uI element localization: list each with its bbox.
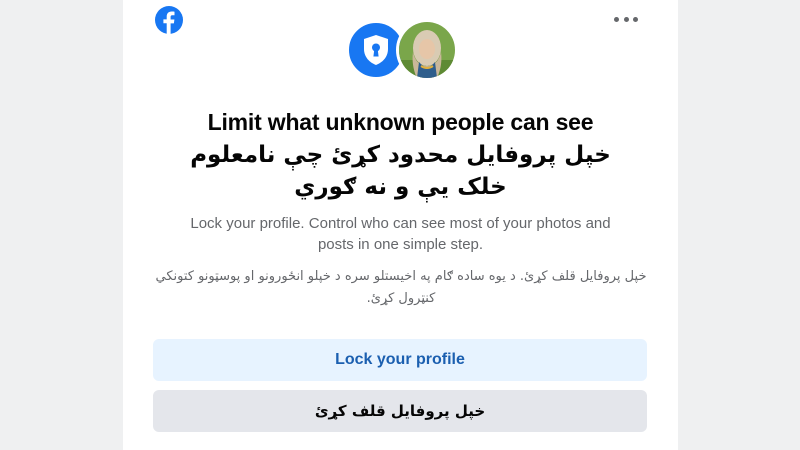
lock-profile-card: Limit what unknown people can see خپل پر… xyxy=(123,0,678,450)
lock-profile-button[interactable]: Lock your profile xyxy=(153,339,647,381)
more-options-icon[interactable] xyxy=(614,10,638,28)
page-title-pashto-line-2: خلک یې و نه ګوري xyxy=(294,174,507,200)
lock-profile-button-pashto[interactable]: خپل پروفایل قلف کړئ xyxy=(153,390,647,432)
page-title: Limit what unknown people can see xyxy=(207,109,594,135)
description-pashto: خپل پروفایل قلف کړئ. د یوه ساده ګام په ا… xyxy=(155,269,647,306)
header-illustration xyxy=(346,17,458,83)
facebook-logo-icon[interactable] xyxy=(155,6,183,34)
description: Lock your profile. Control who can see m… xyxy=(190,215,611,253)
avatar xyxy=(396,19,458,81)
page-title-pashto-line-1: خپل پروفایل محدود کړئ چې نامعلوم xyxy=(190,142,611,168)
